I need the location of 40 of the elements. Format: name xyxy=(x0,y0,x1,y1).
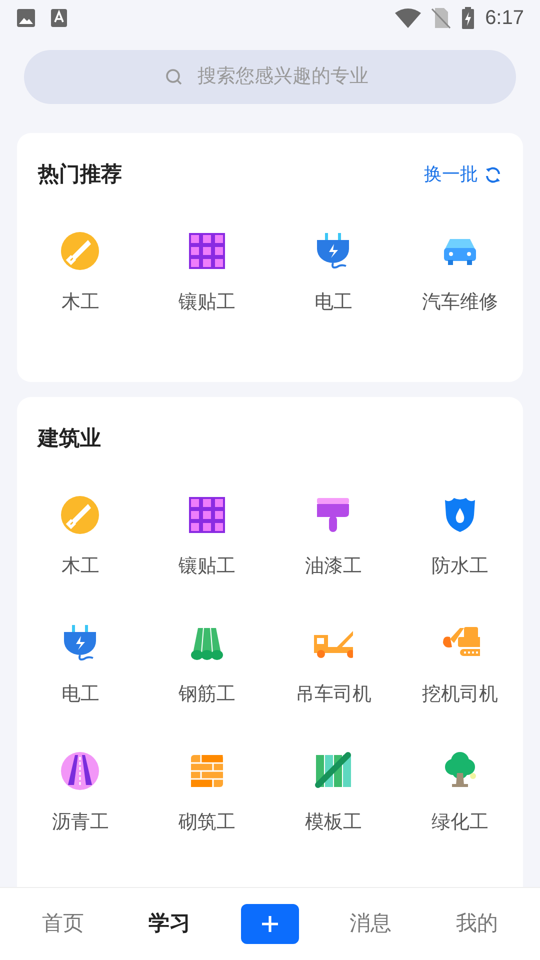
category-item[interactable]: 钢筋工 xyxy=(144,622,270,706)
saw-icon xyxy=(60,230,100,270)
tile-grid-icon xyxy=(186,494,227,534)
nav-tab[interactable]: 学习 xyxy=(134,908,205,940)
nav-tab[interactable]: 首页 xyxy=(28,908,98,940)
category-item[interactable]: 模板工 xyxy=(270,750,396,834)
category-item[interactable]: 镶贴工 xyxy=(144,494,270,578)
refresh-button[interactable]: 换一批 xyxy=(424,161,502,188)
wifi-icon xyxy=(395,8,422,28)
section-title: 建筑业 xyxy=(38,427,101,450)
category-item[interactable]: 防水工 xyxy=(396,494,523,578)
search-icon xyxy=(165,68,183,86)
image-icon xyxy=(16,8,36,28)
category-item[interactable]: 木工 xyxy=(17,230,144,314)
saw-icon xyxy=(60,494,100,534)
font-icon xyxy=(50,8,68,28)
category-item[interactable]: 沥青工 xyxy=(17,750,144,834)
category-item[interactable]: 挖机司机 xyxy=(396,622,523,706)
category-item[interactable]: 镶贴工 xyxy=(144,230,270,314)
category-item[interactable]: 汽车维修 xyxy=(396,230,523,314)
tile-grid-icon xyxy=(186,230,227,270)
category-item[interactable]: 砌筑工 xyxy=(144,750,270,834)
no-sim-icon xyxy=(431,7,452,29)
plus-icon xyxy=(260,915,279,933)
section-title: 热门推荐 xyxy=(38,162,122,188)
category-item[interactable]: 油漆工 xyxy=(270,494,396,578)
category-item[interactable]: 木工 xyxy=(17,494,144,578)
search-field[interactable]: 搜索您感兴趣的专业 xyxy=(24,50,516,104)
refresh-icon xyxy=(484,166,502,184)
nav-tab[interactable]: 消息 xyxy=(335,908,406,940)
category-item[interactable]: 电工 xyxy=(17,622,144,706)
formwork-panel-icon xyxy=(313,750,354,790)
add-button[interactable] xyxy=(240,904,299,944)
category-item[interactable]: 吊车司机 xyxy=(270,622,396,706)
category-item[interactable]: 绿化工 xyxy=(396,750,523,834)
clock-time: 6:17 xyxy=(485,6,524,31)
nav-tab[interactable]: 我的 xyxy=(442,908,512,940)
battery-icon xyxy=(461,7,476,29)
category-item[interactable]: 电工 xyxy=(270,230,396,314)
road-icon xyxy=(60,750,100,790)
